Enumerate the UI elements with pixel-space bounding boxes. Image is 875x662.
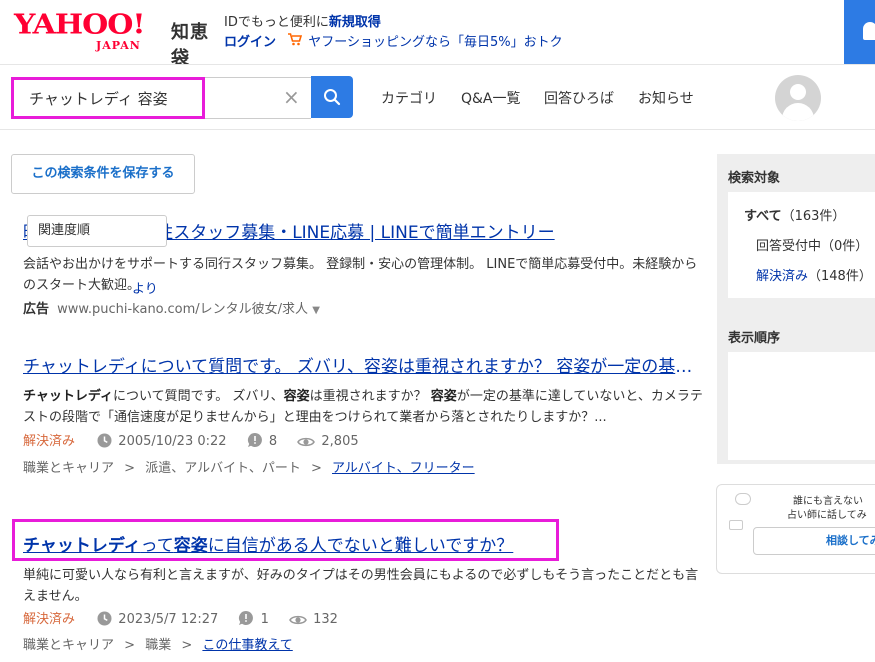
bell-icon [863,22,875,40]
desc-highlight: 容姿 [430,389,457,404]
avatar-body-icon [782,103,814,121]
filter-accepting-label: 回答受付中 [756,239,822,254]
register-link[interactable]: 新規取得 [329,15,381,30]
nav-answer-plaza[interactable]: 回答ひろば [544,88,614,108]
notification-tab[interactable] [844,0,875,64]
category-level-1[interactable]: 職業とキャリア [23,461,114,476]
filter-all[interactable]: すべて（163件） [744,205,845,224]
status-badge: 解決済み [23,612,76,627]
ad-url[interactable]: www.puchi-kano.com/レンタル彼女/求人 [57,302,308,317]
filter-all-label: すべて [744,209,782,224]
id-promo: IDでもっと便利に新規取得 [224,11,381,30]
filter-solved-label: 解決済み [756,269,809,284]
filter-solved-count: （148件） [808,269,872,284]
eye-icon [289,613,307,633]
logo-yahoo-text: YAHOO! [14,9,146,41]
id-text: IDでもっと便利に [224,15,329,30]
filter-accepting-count: （0件） [821,239,869,254]
title-highlight: 容姿 [173,536,208,556]
answer-count: 8 [268,434,278,449]
ad-label: 広告 [23,302,50,317]
filter-solved[interactable]: 解決済み（148件） [756,265,872,284]
dropdown-triangle-icon[interactable]: ▼ [312,305,320,316]
category-level-1[interactable]: 職業とキャリア [23,638,114,653]
desc-highlight: 容姿 [283,389,310,404]
title-text: って [140,536,174,556]
breadcrumb-separator: > [181,638,193,653]
breadcrumb: 職業とキャリア > 職業 > この仕事教えて [23,634,703,653]
view-count: 132 [313,612,338,627]
save-search-button[interactable]: この検索条件を保存する [11,154,195,194]
title-highlight: チャットレディ [23,536,141,556]
sort-order-heading: 表示順序 [728,331,781,346]
search-button[interactable] [311,76,353,118]
clock-icon [97,433,112,455]
clock-icon [97,611,112,633]
status-badge: 解決済み [23,434,76,449]
category-level-2[interactable]: 職業 [145,638,171,653]
shopping-promo-link[interactable]: ヤフーショッピングなら「毎日5%」おトク [308,35,562,50]
result-item: チャットレディについて質問です。 ズバリ、容姿は重視されますか？ 容姿が一定の基… [23,352,703,476]
category-level-3[interactable]: この仕事教えて [202,638,292,653]
filter-accepting[interactable]: 回答受付中（0件） [756,235,868,254]
fortune-promo-card: 誰にも言えない 占い師に話してみ 相談してみ [716,484,875,574]
desc-text: について質問です。 ズバリ、 [112,389,284,404]
search-target-list: すべて（163件） 回答受付中（0件） 解決済み（148件） [728,192,875,298]
category-level-3[interactable]: アルバイト、フリーター [332,461,475,476]
sidebar-filter-panel: 検索対象 すべて（163件） 回答受付中（0件） 解決済み（148件） 表示順序 [717,154,875,464]
answer-count: 1 [260,612,269,627]
promo-line-1: 誰にも言えない [793,496,863,507]
search-icon [324,89,341,106]
sort-order-select[interactable]: 関連度順 [27,215,167,247]
category-level-2[interactable]: 派遣、アルバイト、パート [145,461,301,476]
yahoo-logo[interactable]: YAHOO! JAPAN 知恵袋 [14,9,219,69]
result-title-link[interactable]: チャットレディについて質問です。 ズバリ、容姿は重視されますか？ 容姿が一定の基… [23,352,703,377]
search-input[interactable] [12,77,311,119]
desc-highlight: チャットレディ [23,389,113,404]
promo-line-2: 占い師に話してみ [787,510,867,521]
result-item: チャットレディって容姿に自信がある人でないと難しいですか？ 単純に可愛い人なら有… [23,531,703,653]
more-link[interactable]: より [132,278,158,297]
clear-icon[interactable]: × [283,86,300,108]
ad-description: 会話やお出かけをサポートする同行スタッフ募集。 登録制・安心の管理体制。 LIN… [23,257,698,293]
breadcrumb-separator: > [310,461,322,476]
login-link[interactable]: ログイン [224,35,276,50]
logo-service-name: 知恵袋 [171,22,209,69]
cart-icon [288,33,303,50]
search-bar: × カテゴリ Q&A一覧 回答ひろば お知らせ [0,64,875,130]
sort-order-panel [728,352,875,460]
avatar[interactable] [775,75,821,121]
eye-icon [297,435,316,455]
breadcrumb: 職業とキャリア > 派遣、アルバイト、パート > アルバイト、フリーター [23,457,703,476]
video-camera-icon [729,520,743,530]
post-date: 2005/10/23 0:22 [118,434,227,449]
breadcrumb-separator: > [124,461,136,476]
answer-count-icon [238,610,254,633]
view-count: 2,805 [321,434,359,449]
nav-category[interactable]: カテゴリ [381,88,437,108]
nav-qa-list[interactable]: Q&A一覧 [461,88,521,108]
result-meta: 解決済み 2023/5/7 12:27 1 132 [23,610,703,630]
consult-button[interactable]: 相談してみ [753,527,875,555]
header-links: ログイン ヤフーショッピングなら「毎日5%」おトク [224,31,563,50]
chat-bubble-icon [735,493,751,505]
answer-count-icon [247,432,263,455]
logo-japan-text: JAPAN [96,39,141,52]
filter-all-count: （163件） [781,209,846,224]
avatar-head-icon [790,84,806,100]
result-meta: 解決済み 2005/10/23 0:22 8 2,805 [23,432,703,452]
result-title-link[interactable]: チャットレディって容姿に自信がある人でないと難しいですか？ [23,531,703,556]
ad-meta: 広告 www.puchi-kano.com/レンタル彼女/求人 ▼ [23,300,703,320]
breadcrumb-separator: > [124,638,136,653]
desc-text: は重視されますか？ [309,389,431,404]
title-text: に自信がある人でないと難しいですか？ [207,536,514,556]
result-description: 単純に可愛い人なら有利と言えますが、好みのタイプはその男性会員にもよるので必ずし… [23,568,699,604]
search-target-heading: 検索対象 [728,171,781,186]
nav-news[interactable]: お知らせ [638,88,694,108]
post-date: 2023/5/7 12:27 [118,612,219,627]
result-description: チャットレディについて質問です。 ズバリ、容姿は重視されますか？ 容姿が一定の基… [23,386,703,428]
